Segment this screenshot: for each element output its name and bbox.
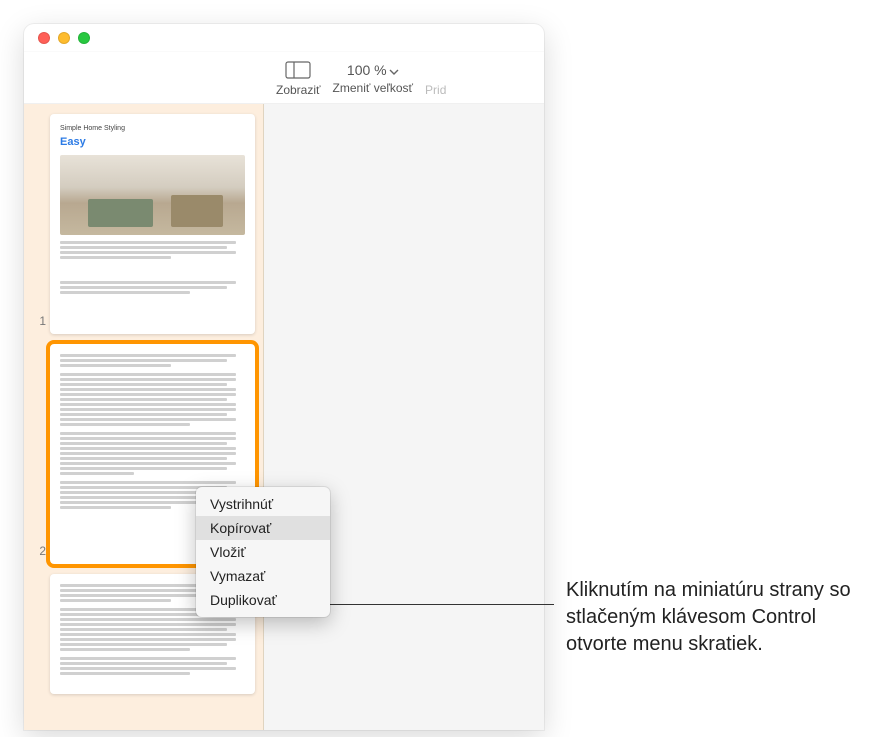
chevron-down-icon [389,62,399,78]
zoom-percent: 100 % [347,62,387,78]
document-canvas[interactable] [264,104,544,730]
fullscreen-window-icon[interactable] [78,32,90,44]
next-toolbar-label: Prid [425,83,446,97]
thumb-hero-image [60,155,245,235]
menu-item-duplicate[interactable]: Duplikovať [196,588,330,612]
zoom-value-display: 100 % [343,60,403,80]
zoom-label: Zmeniť veľkosť [333,81,414,95]
menu-item-copy[interactable]: Kopírovať [196,516,330,540]
minimize-window-icon[interactable] [58,32,70,44]
window-titlebar [24,24,544,52]
thumbnail-row: 1 Simple Home Styling Easy [32,114,255,334]
view-label: Zobraziť [276,83,321,97]
toolbar: Zobraziť 100 % Zmeniť veľkosť Prid [24,52,544,104]
callout-text: Kliknutím na miniatúru strany so stlačen… [566,577,856,658]
menu-item-cut[interactable]: Vystrihnúť [196,492,330,516]
page-number [32,688,50,694]
content-area: 1 Simple Home Styling Easy 2 [24,104,544,730]
thumb-title-accent: Easy [60,135,245,149]
callout-leader-line [318,604,554,605]
menu-item-paste[interactable]: Vložiť [196,540,330,564]
zoom-button[interactable]: 100 % Zmeniť veľkosť [333,60,414,95]
close-window-icon[interactable] [38,32,50,44]
view-button[interactable]: Zobraziť [276,58,321,97]
thumb-title: Simple Home Styling [60,124,245,133]
menu-item-delete[interactable]: Vymazať [196,564,330,588]
page-number: 1 [32,314,50,334]
page-thumbnail-1[interactable]: Simple Home Styling Easy [50,114,255,334]
app-window: Zobraziť 100 % Zmeniť veľkosť Prid 1 Sim… [24,24,544,730]
sidebar-view-icon [285,58,311,82]
page-number: 2 [32,544,50,564]
context-menu: Vystrihnúť Kopírovať Vložiť Vymazať Dupl… [196,487,330,617]
next-toolbar-button-partial[interactable]: Prid [425,58,446,97]
page-thumbnails-sidebar: 1 Simple Home Styling Easy 2 [24,104,264,730]
